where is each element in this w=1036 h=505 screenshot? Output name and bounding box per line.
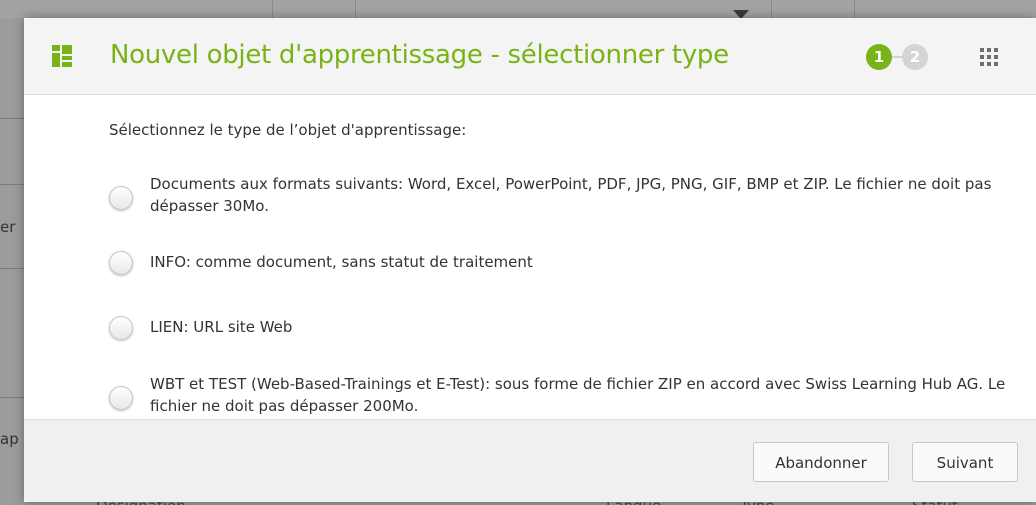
option-label: Documents aux formats suivants: Word, Ex… <box>150 175 992 215</box>
background-divider <box>771 0 772 18</box>
option-label: LIEN: URL site Web <box>150 318 293 336</box>
dialog-footer: Abandonner Suivant <box>24 419 1036 502</box>
radio-button[interactable] <box>109 386 133 410</box>
learning-object-icon <box>52 45 72 67</box>
type-selection-prompt: Sélectionnez le type de l’objet d'appren… <box>109 121 467 139</box>
dialog-header: Nouvel objet d'apprentissage - sélection… <box>24 18 1036 95</box>
option-label: INFO: comme document, sans statut de tra… <box>150 253 533 271</box>
option-label: WBT et TEST (Web-Based-Trainings et E-Te… <box>150 375 1006 415</box>
dialog-body: Sélectionnez le type de l’objet d'appren… <box>24 95 1036 419</box>
radio-button[interactable] <box>109 251 133 275</box>
background-text: ap <box>0 430 19 448</box>
cancel-button[interactable]: Abandonner <box>753 442 889 482</box>
step-indicator: 1 2 <box>866 44 966 70</box>
option-info[interactable]: INFO: comme document, sans statut de tra… <box>24 248 1036 278</box>
radio-button[interactable] <box>109 316 133 340</box>
new-learning-object-dialog: Nouvel objet d'apprentissage - sélection… <box>24 18 1036 502</box>
background-divider <box>272 0 273 18</box>
option-wbt-test[interactable]: WBT et TEST (Web-Based-Trainings et E-Te… <box>24 373 1036 419</box>
background-divider <box>355 0 356 18</box>
background-toolbar <box>0 0 1036 18</box>
step-2: 2 <box>902 44 928 70</box>
option-link[interactable]: LIEN: URL site Web <box>24 313 1036 343</box>
grid-menu-icon[interactable] <box>980 48 998 66</box>
next-button[interactable]: Suivant <box>912 442 1018 482</box>
option-documents[interactable]: Documents aux formats suivants: Word, Ex… <box>24 173 1036 219</box>
background-divider <box>854 0 855 18</box>
radio-button[interactable] <box>109 186 133 210</box>
step-1: 1 <box>866 44 892 70</box>
step-connector <box>892 56 902 58</box>
dialog-title: Nouvel objet d'apprentissage - sélection… <box>110 40 729 70</box>
background-text: er <box>0 218 16 236</box>
